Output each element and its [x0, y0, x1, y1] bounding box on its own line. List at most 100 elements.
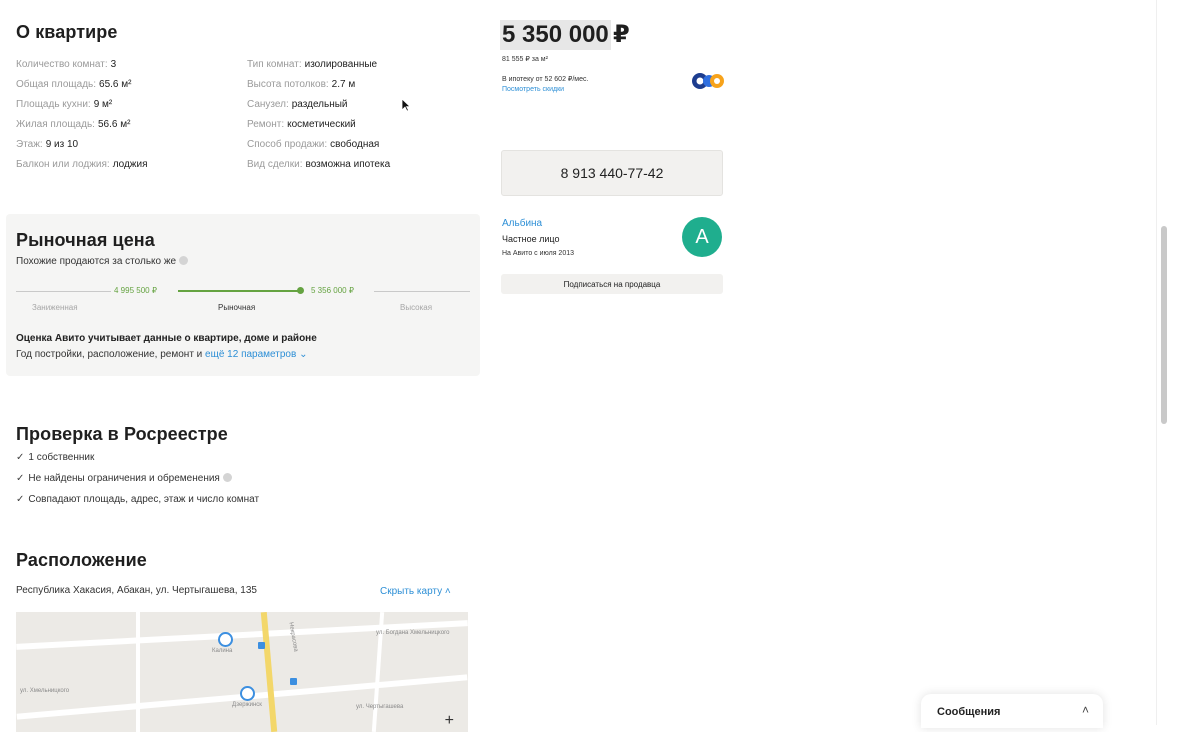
location-section: Расположение Республика Хакасия, Абакан,… — [16, 550, 476, 732]
param-room-type: Тип комнат: изолированные — [247, 59, 377, 70]
about-title: О квартире — [16, 22, 118, 42]
seller-type: Частное лицо — [502, 234, 560, 244]
messages-widget[interactable]: Сообщения ˄ — [921, 694, 1103, 728]
map-label: Дзержинск — [232, 702, 262, 708]
param-renovation: Ремонт: косметический — [247, 119, 356, 130]
check-item: ✓ 1 собственник — [16, 452, 94, 463]
mortgage-info: В ипотеку от 52 602 ₽/мес. — [502, 76, 589, 83]
param-label: Вид сделки: — [247, 159, 303, 170]
param-value: возможна ипотека — [305, 159, 391, 170]
check-text: Не найдены ограничения и обременения — [28, 473, 220, 484]
market-subtitle-text: Похожие продаются за столько же — [16, 256, 177, 267]
param-bathroom: Санузел: раздельный — [247, 99, 348, 110]
param-value: 9 из 10 — [45, 139, 79, 150]
seller-since: На Авито с июля 2013 — [502, 250, 574, 257]
market-price-subtitle: Похожие продаются за столько же — [16, 256, 189, 267]
seller-name-link[interactable]: Альбина — [502, 218, 542, 229]
param-sale-method: Способ продажи: свободная — [247, 139, 379, 150]
param-label: Балкон или лоджия: — [16, 159, 110, 170]
seller-avatar[interactable]: А — [682, 217, 722, 257]
param-value: 3 — [110, 59, 117, 70]
map-label: ул. Чертыгашева — [356, 704, 404, 710]
mouse-cursor-icon — [401, 98, 412, 117]
market-price-title: Рыночная цена — [16, 230, 155, 250]
param-value: 2.7 м — [331, 79, 356, 90]
check-text: Совпадают площадь, адрес, этаж и число к… — [28, 494, 260, 505]
price-currency: ₽ — [613, 21, 630, 48]
param-floor: Этаж: 9 из 10 — [16, 139, 78, 150]
param-living-area: Жилая площадь: 56.6 м² — [16, 119, 130, 130]
param-label: Жилая площадь: — [16, 119, 95, 130]
check-text: 1 собственник — [28, 452, 95, 463]
param-rooms: Количество комнат: 3 — [16, 59, 116, 70]
param-value: изолированные — [304, 59, 378, 70]
param-value: 65.6 м² — [99, 79, 132, 90]
map-label: Некрасова — [287, 621, 299, 653]
param-value: лоджия — [112, 159, 148, 170]
check-icon: ✓ — [16, 473, 25, 484]
market-price-card: Рыночная цена Похожие продаются за столь… — [6, 214, 480, 376]
param-value: раздельный — [291, 99, 348, 110]
subscribe-seller-button[interactable]: Подписаться на продавца — [501, 274, 723, 294]
param-label: Количество комнат: — [16, 59, 108, 70]
check-icon: ✓ — [16, 494, 25, 505]
scale-high-price: 5 356 000 ₽ — [311, 286, 354, 295]
param-label: Этаж: — [16, 139, 43, 150]
param-ceiling-height: Высота потолков: 2.7 м — [247, 79, 355, 90]
info-icon[interactable] — [222, 473, 232, 482]
map[interactable]: ул. Богдана Хмельницкого ул. Хмельницког… — [16, 612, 468, 732]
param-kitchen-area: Площадь кухни: 9 м² — [16, 99, 112, 110]
avito-estimate-note: Оценка Авито учитывает данные о квартире… — [16, 333, 317, 344]
map-label: Калина — [212, 648, 233, 654]
scale-cap-high: Высокая — [400, 303, 433, 312]
map-road — [136, 612, 140, 732]
estimate-params-text: Год постройки, расположение, ремонт и — [16, 349, 206, 360]
hide-map-link[interactable]: Скрыть карту ˄ — [380, 586, 451, 597]
param-deal-type: Вид сделки: возможна ипотека — [247, 159, 390, 170]
show-phone-button[interactable]: 8 913 440-77-42 — [501, 150, 723, 196]
estimate-params-note: Год постройки, расположение, ремонт и ещ… — [16, 349, 307, 360]
param-label: Ремонт: — [247, 119, 285, 130]
scale-line-left — [16, 291, 111, 292]
scale-market-range — [178, 290, 300, 292]
scrollbar-thumb[interactable] — [1161, 226, 1167, 424]
map-poi-icon[interactable] — [218, 632, 233, 647]
rosreestr-section: Проверка в Росреестре ✓ 1 собственник ✓ Не… — [16, 424, 476, 505]
check-item: ✓ Совпадают площадь, адрес, этаж и число … — [16, 494, 259, 505]
scale-low-price: 4 995 500 ₽ — [114, 286, 157, 295]
scale-cap-low: Заниженная — [32, 303, 78, 312]
param-label: Высота потолков: — [247, 79, 329, 90]
info-icon[interactable] — [179, 256, 189, 265]
check-item: ✓ Не найдены ограничения и обременения — [16, 473, 232, 484]
param-value: 9 м² — [93, 99, 113, 110]
map-label: ул. Хмельницкого — [20, 688, 70, 694]
param-label: Площадь кухни: — [16, 99, 91, 110]
location-title: Расположение — [16, 550, 147, 570]
map-poi-icon[interactable] — [240, 686, 255, 701]
scale-cap-market: Рыночная — [218, 303, 256, 312]
rosreestr-title: Проверка в Росреестре — [16, 424, 228, 444]
param-value: свободная — [330, 139, 380, 150]
map-marker-icon[interactable] — [290, 678, 297, 685]
chevron-up-icon[interactable]: ˄ — [1082, 703, 1089, 717]
param-label: Санузел: — [247, 99, 289, 110]
param-label: Способ продажи: — [247, 139, 328, 150]
bank-logo-icon[interactable] — [690, 70, 726, 92]
map-marker-icon[interactable] — [258, 642, 265, 649]
param-total-area: Общая площадь: 65.6 м² — [16, 79, 131, 90]
price-amount: 5 350 000 — [500, 20, 611, 50]
param-label: Общая площадь: — [16, 79, 97, 90]
view-discounts-link[interactable]: Посмотреть скидки — [502, 86, 564, 93]
more-params-link[interactable]: ещё 12 параметров ⌄ — [205, 349, 307, 360]
map-label: ул. Богдана Хмельницкого — [376, 630, 450, 636]
price-per-m2: 81 555 ₽ за м² — [502, 56, 548, 63]
address-text: Республика Хакасия, Абакан, ул. Чертыгаш… — [16, 585, 257, 596]
current-price-marker — [297, 287, 304, 294]
messages-label: Сообщения — [937, 706, 1001, 718]
param-value: 56.6 м² — [97, 119, 131, 130]
check-icon: ✓ — [16, 452, 25, 463]
param-value: косметический — [287, 119, 356, 130]
param-balcony: Балкон или лоджия: лоджия — [16, 159, 148, 170]
zoom-in-button[interactable]: + — [445, 712, 454, 730]
scale-line-right — [374, 291, 470, 292]
